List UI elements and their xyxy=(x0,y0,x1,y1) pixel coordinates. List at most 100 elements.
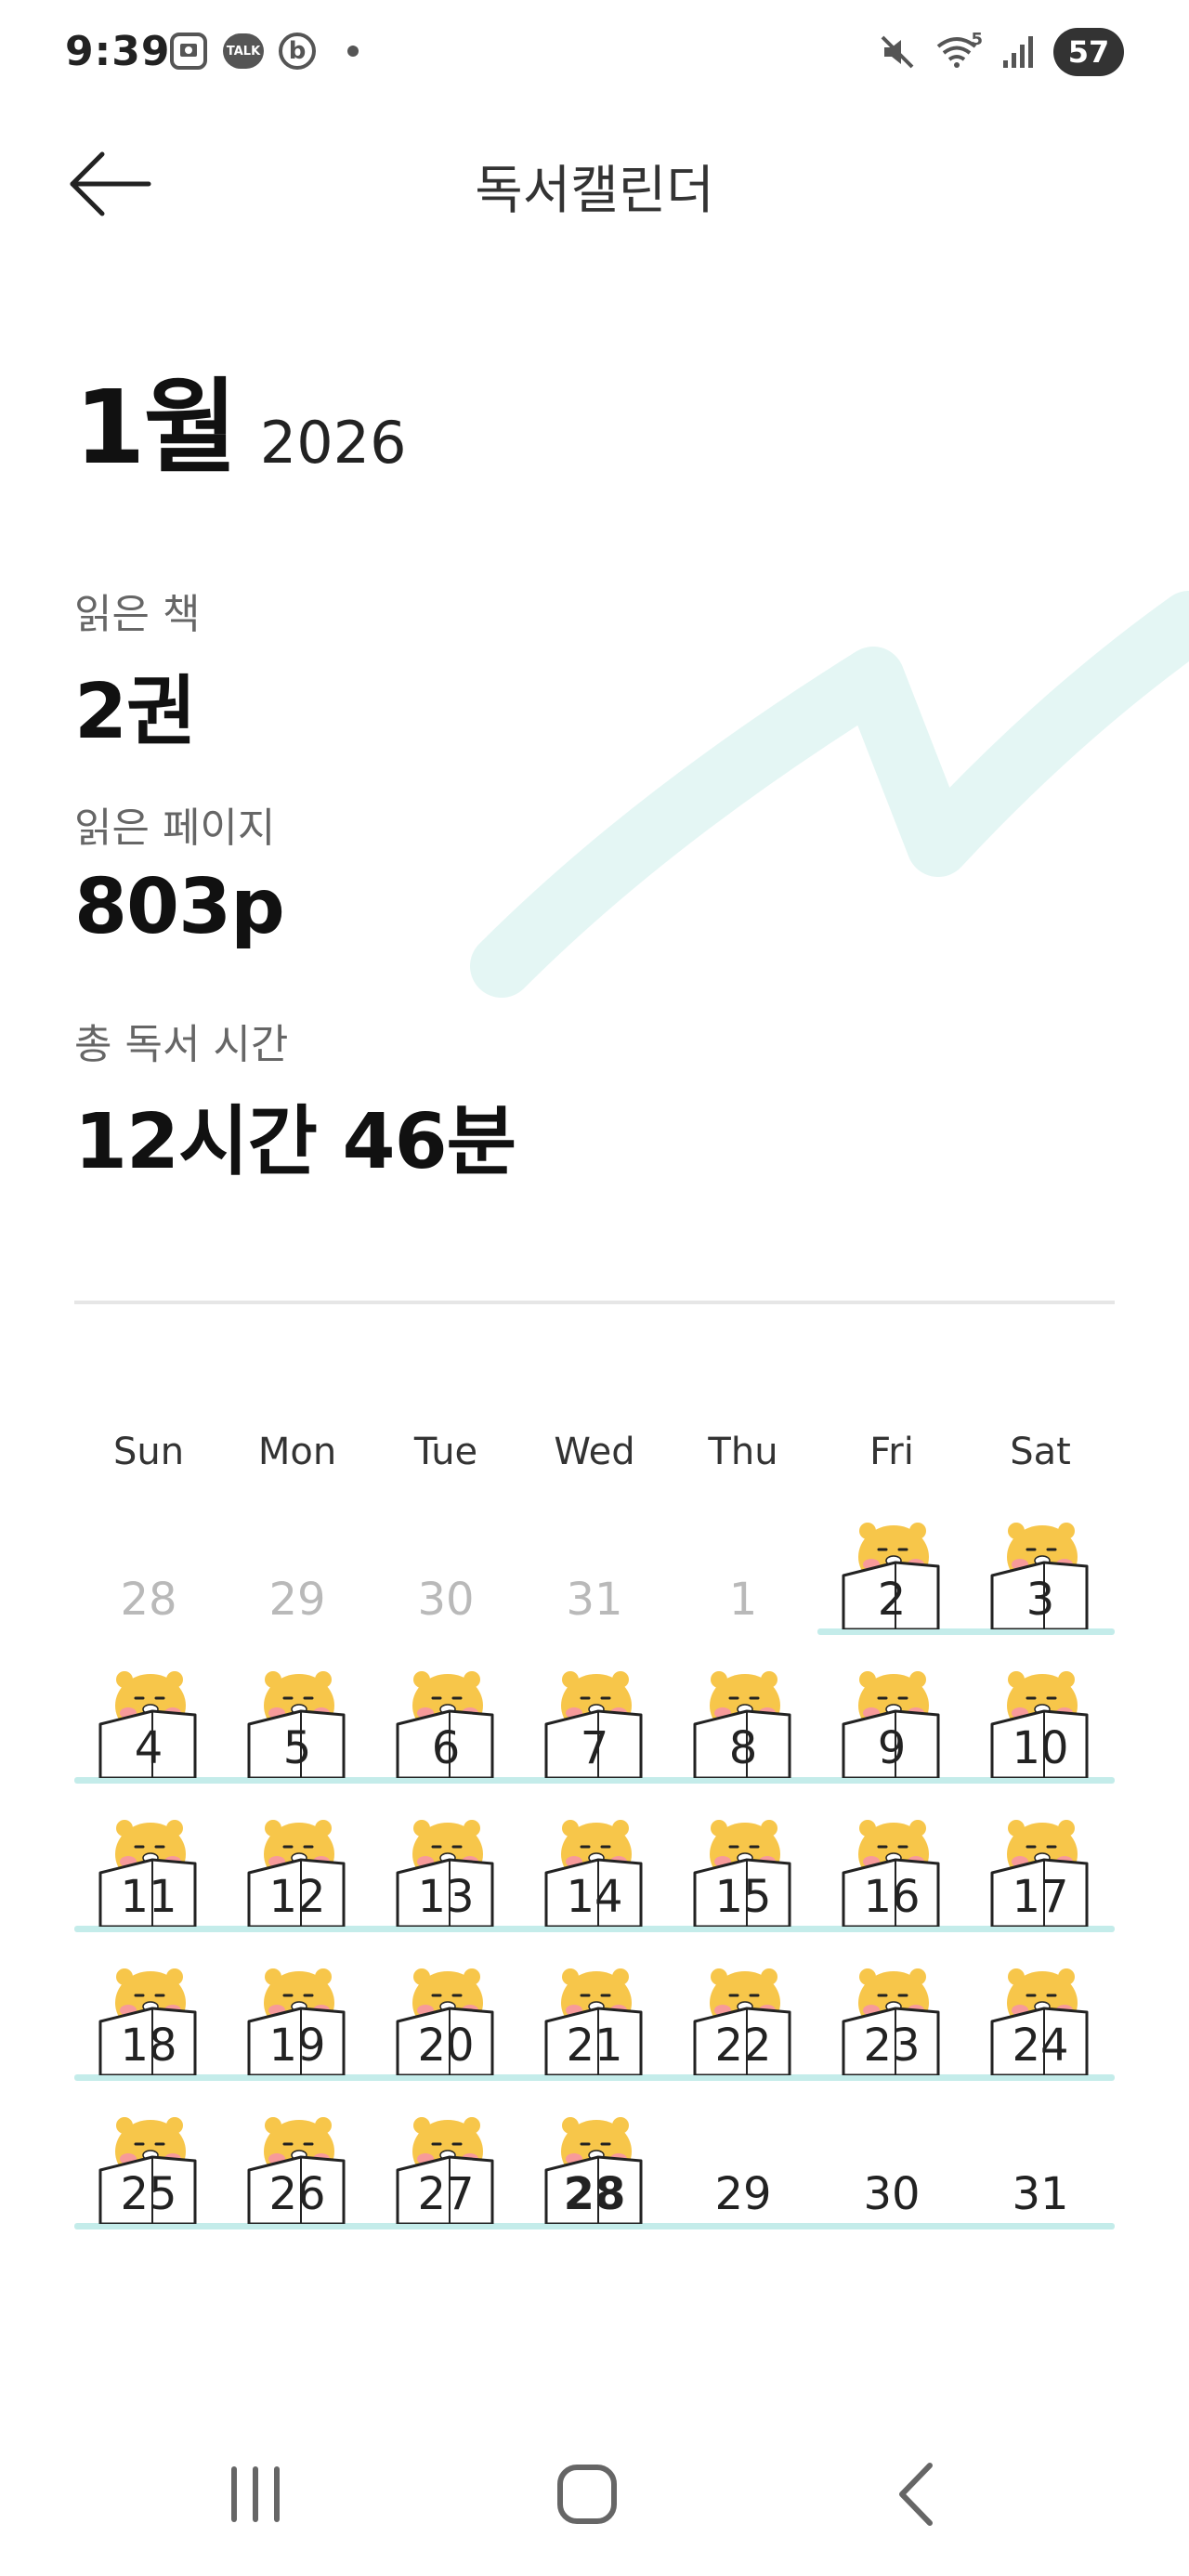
calendar-day-number: 31 xyxy=(1012,2168,1069,2220)
calendar-day-number: 29 xyxy=(268,1574,326,1626)
weekday-thu: Thu xyxy=(708,1431,778,1473)
calendar-day-number: 8 xyxy=(728,1722,758,1774)
calendar-day[interactable]: 26 xyxy=(223,2081,372,2229)
calendar-day-number: 16 xyxy=(863,1871,921,1923)
calendar-day-number: 29 xyxy=(714,2168,772,2220)
calendar-day-number: 21 xyxy=(566,2020,623,2072)
calendar-day-number: 30 xyxy=(863,2168,921,2220)
calendar-day-adjacent-month: 1 xyxy=(669,1486,817,1635)
calendar-day[interactable]: 29 xyxy=(669,2081,817,2229)
calendar-day[interactable]: 10 xyxy=(966,1635,1115,1784)
calendar-day-number: 9 xyxy=(877,1722,907,1774)
system-icons: 5 57 xyxy=(879,28,1124,76)
calendar-day-adjacent-month: 31 xyxy=(520,1486,669,1635)
kakaotalk-label: TALK xyxy=(226,44,261,59)
calendar-day[interactable]: 24 xyxy=(966,1932,1115,2081)
calendar-day[interactable]: 31 xyxy=(966,2081,1115,2229)
calendar-day-number: 5 xyxy=(282,1722,312,1774)
wifi-band-label: 5 xyxy=(971,30,983,49)
calendar-day-number: 17 xyxy=(1012,1871,1069,1923)
calendar-day-number: 25 xyxy=(120,2168,177,2220)
calendar-day[interactable]: 7 xyxy=(520,1635,669,1784)
calendar-day-number: 30 xyxy=(417,1574,475,1626)
pages-read-label: 읽은 페이지 xyxy=(74,804,276,852)
calendar-day[interactable]: 25 xyxy=(74,2081,223,2229)
calendar-day-number: 10 xyxy=(1012,1722,1069,1774)
calendar-day[interactable]: 13 xyxy=(372,1784,520,1932)
calendar-day-number: 4 xyxy=(134,1722,163,1774)
calendar-day-number: 22 xyxy=(714,2020,772,2072)
calendar-day[interactable]: 8 xyxy=(669,1635,817,1784)
status-time: 9:39 xyxy=(65,28,171,75)
calendar-day[interactable]: 30 xyxy=(817,2081,966,2229)
calendar-week-row: 4 5 6 7 8 9 10 xyxy=(74,1635,1115,1784)
books-read-label: 읽은 책 xyxy=(74,591,201,638)
calendar-day-number: 28 xyxy=(563,2168,626,2220)
mute-icon xyxy=(881,35,914,69)
calendar-day-number: 19 xyxy=(268,2020,326,2072)
home-button[interactable] xyxy=(531,2452,643,2536)
b-app-icon: b xyxy=(279,33,316,70)
reading-calendar: Sun Mon Tue Wed Thu Fri Sat 28 29 30 31 1 2 3 4… xyxy=(74,1431,1115,2229)
calendar-day[interactable]: 3 xyxy=(966,1486,1115,1635)
weekday-fri: Fri xyxy=(869,1431,914,1473)
calendar-day[interactable]: 21 xyxy=(520,1932,669,2081)
app-header: 독서캘린더 xyxy=(0,130,1189,242)
calendar-day[interactable]: 16 xyxy=(817,1784,966,1932)
more-notifications-dot xyxy=(347,46,359,57)
b-app-label: b xyxy=(288,37,307,65)
calendar-day[interactable]: 11 xyxy=(74,1784,223,1932)
calendar-day-number: 27 xyxy=(417,2168,475,2220)
calendar-day[interactable]: 2 xyxy=(817,1486,966,1635)
calendar-day[interactable]: 19 xyxy=(223,1932,372,2081)
reading-time-value: 12시간 46분 xyxy=(74,1098,516,1186)
page-title: 독서캘린더 xyxy=(475,161,714,221)
decorative-swoosh xyxy=(470,591,1189,998)
calendar-day[interactable]: 17 xyxy=(966,1784,1115,1932)
books-read-stat: 읽은 책 2권 xyxy=(74,581,200,760)
calendar-week-row: 28 29 30 31 1 2 3 xyxy=(74,1486,1115,1635)
signal-icon xyxy=(1003,36,1033,68)
calendar-day[interactable]: 27 xyxy=(372,2081,520,2229)
calendar-week-row: 18 19 20 21 22 23 24 xyxy=(74,1932,1115,2081)
calendar-day-number: 1 xyxy=(728,1574,758,1626)
calendar-day-number: 2 xyxy=(877,1574,907,1626)
calendar-day-number: 3 xyxy=(1026,1574,1055,1626)
calendar-day-number: 14 xyxy=(566,1871,623,1923)
calendar-day[interactable]: 12 xyxy=(223,1784,372,1932)
calendar-day[interactable]: 4 xyxy=(74,1635,223,1784)
calendar-day-number: 7 xyxy=(580,1722,609,1774)
kakaotalk-icon: TALK xyxy=(223,33,264,69)
calendar-day-number: 23 xyxy=(863,2020,921,2072)
calendar-day-number: 15 xyxy=(714,1871,772,1923)
pages-read-stat: 읽은 페이지 803p xyxy=(74,794,285,951)
calendar-week-row: 25 26 27 28 29 30 31 xyxy=(74,2081,1115,2229)
weekday-mon: Mon xyxy=(257,1431,337,1473)
calendar-day-number: 11 xyxy=(120,1871,177,1923)
calendar-weeks: 28 29 30 31 1 2 3 4 5 6 7 8 9 10 11 12 13 14 15 16 17 18 19 20 2… xyxy=(74,1486,1115,2229)
recents-button[interactable] xyxy=(200,2452,311,2536)
calendar-day[interactable]: 6 xyxy=(372,1635,520,1784)
calendar-day-number: 26 xyxy=(268,2168,326,2220)
nav-back-button[interactable] xyxy=(864,2452,975,2536)
recents-icon xyxy=(231,2466,280,2522)
calendar-week-row: 11 12 13 14 15 16 17 xyxy=(74,1784,1115,1932)
weekday-header: Sun Mon Tue Wed Thu Fri Sat xyxy=(74,1431,1115,1486)
notification-icons: TALK b xyxy=(169,32,359,71)
calendar-day[interactable]: 28 xyxy=(520,2081,669,2229)
calendar-day[interactable]: 15 xyxy=(669,1784,817,1932)
calendar-day[interactable]: 5 xyxy=(223,1635,372,1784)
month-label: 1월 xyxy=(74,368,238,487)
reading-time-label: 총 독서 시간 xyxy=(74,1021,289,1068)
calendar-day[interactable]: 18 xyxy=(74,1932,223,2081)
calendar-day[interactable]: 9 xyxy=(817,1635,966,1784)
calendar-day[interactable]: 14 xyxy=(520,1784,669,1932)
calendar-day-number: 13 xyxy=(417,1871,475,1923)
reading-time-stat: 총 독서 시간 12시간 46분 xyxy=(74,1011,516,1190)
calendar-day-number: 31 xyxy=(566,1574,623,1626)
calendar-day[interactable]: 20 xyxy=(372,1932,520,2081)
weekday-wed: Wed xyxy=(554,1431,635,1473)
calendar-day[interactable]: 23 xyxy=(817,1932,966,2081)
wifi-icon: 5 xyxy=(934,30,983,71)
calendar-day[interactable]: 22 xyxy=(669,1932,817,2081)
